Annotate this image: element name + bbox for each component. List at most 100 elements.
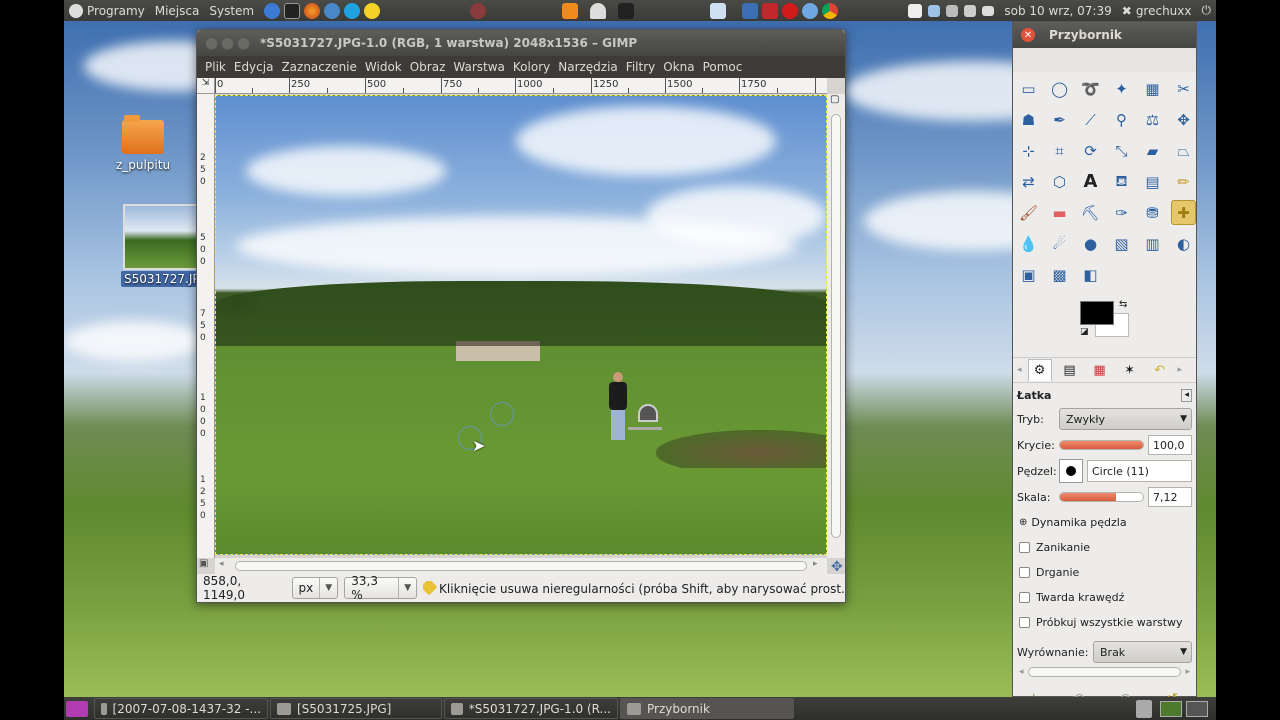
thunderbird-icon[interactable] — [324, 2, 341, 19]
mode-select[interactable]: Zwykły ▼ — [1059, 408, 1192, 430]
paths-icon[interactable]: ✒ — [1047, 107, 1072, 132]
menu-zaznaczenie[interactable]: Zaznaczenie — [277, 60, 360, 74]
text-icon[interactable]: A — [1078, 169, 1103, 194]
menu-miejsca[interactable]: Miejsca — [155, 4, 200, 18]
foreground-select-icon[interactable]: ☗ — [1016, 107, 1041, 132]
ink-icon[interactable]: ✑ — [1109, 200, 1134, 225]
rotate-icon[interactable]: ⟳ — [1078, 138, 1103, 163]
help-icon[interactable] — [264, 2, 281, 19]
desktop-icon-image[interactable]: S5031727.JPG — [121, 204, 212, 287]
opera-icon[interactable] — [782, 2, 799, 19]
crop-icon[interactable]: ⌗ — [1047, 138, 1072, 163]
checkbox-jitter[interactable]: Drganie — [1013, 560, 1196, 585]
skype-icon[interactable] — [344, 2, 361, 19]
shear-icon[interactable]: ▰ — [1140, 138, 1165, 163]
menu-system[interactable]: System — [209, 4, 254, 18]
user-menu[interactable]: ✖ grechuxx — [1117, 0, 1197, 21]
tab-tool-options[interactable]: ⚙ — [1027, 359, 1052, 381]
scale-spin[interactable]: 7,12 — [1148, 487, 1192, 507]
measure-icon[interactable]: ⚖ — [1140, 107, 1165, 132]
unit-select[interactable]: px ▼ — [291, 577, 339, 599]
horizontal-scrollbar[interactable]: ▣ ◂ ▸ — [199, 558, 827, 574]
tab-brushes[interactable]: ▤ — [1058, 359, 1082, 381]
system-menu[interactable]: System — [204, 0, 259, 21]
ruler-corner-button[interactable]: ⇲ — [197, 78, 215, 94]
gimp-icon[interactable] — [470, 2, 487, 19]
ghost-icon[interactable] — [590, 2, 607, 19]
paintbrush-icon[interactable]: 🖌 — [1016, 200, 1041, 225]
menu-warstwa[interactable]: Warstwa — [449, 60, 509, 74]
tab-scroll-left-icon[interactable]: ◂ — [1017, 365, 1022, 375]
workspace-switcher-icon[interactable] — [1186, 700, 1208, 717]
navigate-icon[interactable]: ✥ — [831, 559, 843, 575]
cage-icon[interactable]: ⬡ — [1047, 169, 1072, 194]
lasso-icon[interactable]: ➰ — [1078, 76, 1103, 101]
color-balance-icon[interactable]: ▩ — [1047, 262, 1072, 287]
chrome-icon[interactable] — [822, 2, 839, 19]
tab-patterns[interactable]: ▦ — [1088, 359, 1112, 381]
dodge-burn-icon[interactable]: ☄ — [1047, 231, 1072, 256]
blend-icon[interactable]: ▤ — [1140, 169, 1165, 194]
tab-menu-icon[interactable]: ◂ — [1181, 389, 1192, 402]
menu-pomoc[interactable]: Pomoc — [699, 60, 747, 74]
network-icon[interactable] — [928, 4, 941, 17]
toolbox-titlebar[interactable]: ✕ Przybornik — [1013, 22, 1196, 48]
minimize-window-button[interactable] — [221, 36, 234, 50]
zoom-select[interactable]: 33,3 % ▼ — [344, 574, 418, 602]
flip-icon[interactable]: ⇄ — [1016, 169, 1041, 194]
curves-icon[interactable]: ◐ — [1171, 231, 1196, 256]
checkbox-hard-edge[interactable]: Twarda krawędź — [1013, 585, 1196, 610]
opacity-slider[interactable] — [1059, 440, 1144, 450]
checkbox-fade[interactable]: Zanikanie — [1013, 535, 1196, 560]
airbrush-icon[interactable]: ⛏ — [1078, 200, 1103, 225]
default-colors-icon[interactable]: ◪ — [1080, 327, 1089, 337]
wifi-icon[interactable] — [946, 4, 959, 17]
scroll-left-icon[interactable]: ◂ — [219, 559, 224, 569]
zoom-icon[interactable]: ⚲ — [1109, 107, 1134, 132]
levels-icon[interactable]: ▥ — [1140, 231, 1165, 256]
show-desktop-icon[interactable] — [66, 700, 88, 717]
color-select-icon[interactable]: ▦ — [1140, 76, 1165, 101]
checkbox-sample-merged[interactable]: Próbkuj wszystkie warstwy — [1013, 610, 1196, 635]
foreground-color[interactable] — [1080, 301, 1114, 325]
task-item[interactable]: [2007-07-08-1437-32 -... — [94, 698, 268, 719]
scroll-right-icon[interactable]: ▸ — [813, 559, 818, 569]
color-picker-icon[interactable]: ⟋ — [1078, 107, 1103, 132]
tab-scroll-right-icon[interactable]: ▸ — [1178, 365, 1183, 375]
applications-menu[interactable]: Programy — [64, 0, 150, 21]
perspective-clone-icon[interactable]: ▧ — [1109, 231, 1134, 256]
eraser-icon[interactable]: ▬ — [1047, 200, 1072, 225]
perspective-icon[interactable]: ⏢ — [1171, 138, 1196, 163]
browser-icon[interactable] — [742, 2, 759, 19]
firefox-icon[interactable] — [304, 2, 321, 19]
vertical-scrollbar[interactable]: ▢ — [827, 94, 845, 558]
vertical-ruler[interactable]: 2 5 0 5 0 0 7 5 0 1 0 0 0 1 2 5 0 — [197, 94, 215, 558]
menu-plik[interactable]: Plik — [201, 60, 230, 74]
rect-select-icon[interactable]: ▭ — [1016, 76, 1041, 101]
weather-icon[interactable] — [364, 2, 381, 19]
align-icon[interactable]: ⊹ — [1016, 138, 1041, 163]
alignment-select[interactable]: Brak ▼ — [1093, 641, 1192, 663]
brush-name-field[interactable]: Circle (11) — [1087, 460, 1192, 482]
clone-icon[interactable]: ⛃ — [1140, 200, 1165, 225]
menu-kolory[interactable]: Kolory — [509, 60, 554, 74]
places-menu[interactable]: Miejsca — [150, 0, 205, 21]
task-item[interactable]: *S5031727.JPG-1.0 (R... — [444, 698, 618, 719]
menu-narzedzia[interactable]: Narzędzia — [554, 60, 622, 74]
zoom-fit-icon[interactable]: ▢ — [830, 94, 839, 105]
blur-icon[interactable]: ● — [1078, 231, 1103, 256]
scale-icon[interactable]: ⤡ — [1109, 138, 1134, 163]
task-item[interactable]: [S5031725.JPG] — [270, 698, 442, 719]
window-titlebar[interactable]: *S5031727.JPG-1.0 (RGB, 1 warstwa) 2048x… — [197, 30, 845, 56]
dropbox-icon[interactable] — [710, 2, 727, 19]
horizontal-ruler[interactable]: 0 250 500 750 1000 1250 1500 1750 — [215, 78, 827, 94]
move-icon[interactable]: ✥ — [1171, 107, 1196, 132]
terminal-icon[interactable] — [284, 2, 301, 19]
pinwheel-icon[interactable] — [802, 2, 819, 19]
image-canvas[interactable]: ➤ — [215, 95, 827, 555]
vlc-icon[interactable] — [562, 2, 579, 19]
pencil-icon[interactable]: ✏ — [1171, 169, 1196, 194]
volume-icon[interactable] — [964, 4, 977, 17]
heal-icon[interactable]: ✚ — [1171, 200, 1196, 225]
opacity-spin[interactable]: 100,0 — [1148, 435, 1192, 455]
